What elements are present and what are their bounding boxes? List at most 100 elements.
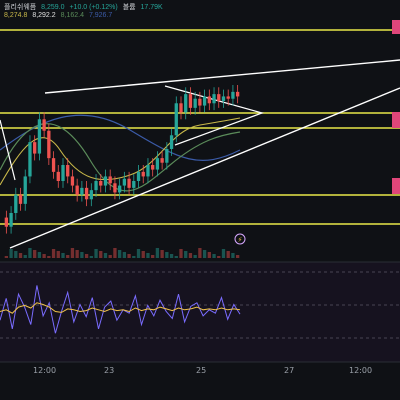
volume-bar xyxy=(207,252,211,258)
candle-body xyxy=(179,103,183,113)
candle-body xyxy=(33,142,37,154)
candle-body xyxy=(165,149,169,163)
volume-bar xyxy=(28,248,32,258)
candle-body xyxy=(66,165,70,177)
candle-body xyxy=(141,171,145,177)
candle-body xyxy=(212,94,216,104)
volume-bar xyxy=(37,252,42,258)
legend-volume-value: 17.79K xyxy=(140,4,163,11)
volume-bar xyxy=(99,251,103,258)
volume-bar xyxy=(103,253,108,258)
volume-bar xyxy=(165,252,169,258)
candle-body xyxy=(56,171,60,181)
candle-body xyxy=(155,158,160,170)
volume-bar xyxy=(151,255,155,258)
volume-bar xyxy=(117,250,122,258)
x-tick-1: 23 xyxy=(104,366,114,375)
price-tag-middle xyxy=(392,112,400,128)
volume-bar xyxy=(14,251,18,258)
volume-bar xyxy=(198,248,202,258)
volume-bar xyxy=(132,256,136,258)
volume-bar xyxy=(127,254,131,258)
volume-bar xyxy=(221,249,226,258)
volume-bar xyxy=(155,248,160,258)
candle-body xyxy=(193,98,197,108)
volume-bar xyxy=(169,254,174,258)
candle-body xyxy=(99,181,103,186)
candle-body xyxy=(226,96,230,99)
chart: ⚡ 12:00 23 25 27 12:00 xyxy=(0,0,400,400)
candle-body xyxy=(127,178,131,188)
candle-body xyxy=(70,176,75,186)
volume-bar xyxy=(146,253,150,258)
volume-bar xyxy=(160,250,164,258)
price-tag-upper xyxy=(392,20,400,34)
candle-body xyxy=(9,213,13,227)
candle-body xyxy=(221,96,226,101)
candle-body xyxy=(113,183,117,193)
volume-bar xyxy=(84,254,89,258)
candle-body xyxy=(108,176,112,184)
volume-bar xyxy=(47,256,51,258)
volume-bar xyxy=(226,251,230,258)
volume-bar xyxy=(51,249,56,258)
volume-bar xyxy=(56,251,60,258)
candle-body xyxy=(132,181,136,188)
legend-line-1: 플리쉬웨픔 8,259.0 +10.0 (+0.12%) 볼륨 17.79K xyxy=(4,2,166,12)
candle-body xyxy=(207,96,211,104)
volume-bar xyxy=(94,249,98,258)
legend-ma-4: 7,926.7 xyxy=(88,12,113,19)
volume-bar xyxy=(193,255,197,258)
candle-body xyxy=(28,142,32,177)
x-tick-0: 12:00 xyxy=(33,366,56,375)
candle-body xyxy=(231,91,235,99)
legend-symbol-name: 플리쉬웨픔 xyxy=(4,4,37,11)
volume-bar xyxy=(89,256,93,258)
volume-bar xyxy=(122,252,127,258)
candle-body xyxy=(4,217,9,227)
volume-bar xyxy=(33,250,37,258)
candle-body xyxy=(51,158,56,172)
volume-bar xyxy=(235,255,240,258)
volume-bar xyxy=(66,255,70,258)
legend-volume-label: 볼륨 xyxy=(122,4,136,11)
legend-price: 8,259.0 xyxy=(41,4,65,11)
volume-bar xyxy=(23,255,27,258)
candle-body xyxy=(80,187,84,195)
candle-body xyxy=(94,181,98,191)
candle-body xyxy=(184,94,188,113)
legend-ma-3: 8,162.4 xyxy=(60,12,84,19)
candle-body xyxy=(14,194,18,213)
x-tick-2: 25 xyxy=(196,366,206,375)
candle-body xyxy=(89,190,93,200)
volume-bar xyxy=(61,253,65,258)
volume-bar xyxy=(80,252,84,258)
candle-body xyxy=(217,94,221,101)
candle-body xyxy=(146,165,150,177)
volume-bar xyxy=(179,249,183,258)
candle-body xyxy=(188,94,193,108)
legend-ma-2: 8,292.2 xyxy=(32,12,56,19)
volume-bar xyxy=(141,251,145,258)
volume-bar xyxy=(113,248,117,258)
volume-bar xyxy=(212,254,216,258)
candle-body xyxy=(160,158,164,163)
volume-bar xyxy=(217,256,221,258)
volume-bar xyxy=(4,256,9,258)
legend-line-2: 8,274.8 8,292.2 8,162.4 7,926.7 xyxy=(4,12,115,19)
candle-body xyxy=(37,119,42,154)
volume-bar xyxy=(18,253,23,258)
candle-body xyxy=(84,187,89,200)
candle-body xyxy=(136,171,141,181)
legend-change: +10.0 (+0.12%) xyxy=(69,4,118,11)
candle-body xyxy=(61,165,65,181)
candle-body xyxy=(18,194,23,204)
candle-body xyxy=(47,130,51,159)
lightning-icon: ⚡ xyxy=(238,236,243,244)
volume-bar xyxy=(42,254,46,258)
volume-bar xyxy=(202,250,207,258)
candle-body xyxy=(151,165,155,170)
candle-body xyxy=(198,98,202,106)
candle-body xyxy=(117,185,122,193)
volume-bar xyxy=(231,253,235,258)
